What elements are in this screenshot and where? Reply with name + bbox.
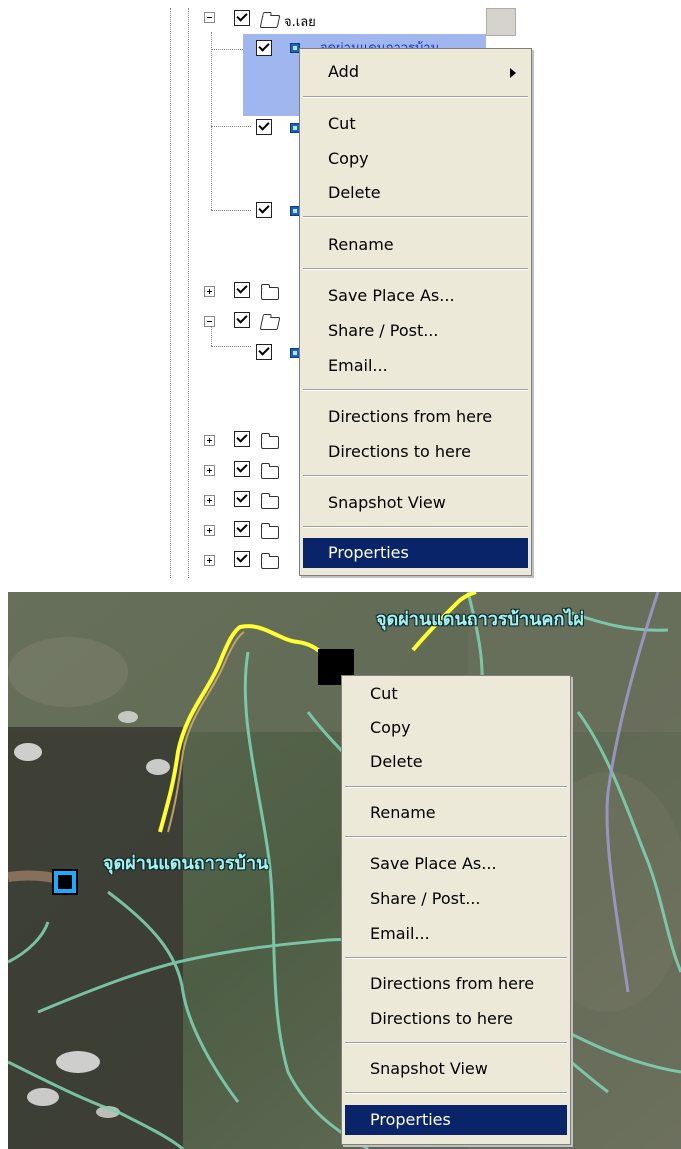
cloud (27, 1088, 59, 1106)
menu-item-directions-from-here[interactable]: Directions from here (345, 969, 567, 999)
submenu-arrow-icon (510, 68, 516, 78)
checkbox[interactable] (234, 10, 250, 26)
collapse-toggle[interactable] (204, 316, 215, 327)
menu-item-save-place-as[interactable]: Save Place As... (345, 849, 567, 879)
map-label-left[interactable]: จุดผ่านแดนถาวรบ้าน (103, 848, 268, 877)
menu-item-directions-to-here[interactable]: Directions to here (303, 437, 528, 467)
tree-guide (211, 32, 212, 210)
menu-item-cut[interactable]: Cut (303, 109, 528, 139)
map-view[interactable]: จุดผ่านแดนถาวรบ้านคกไผ่ จุดผ่านแดนถาวรบ้… (8, 592, 681, 1149)
collapse-toggle[interactable] (204, 12, 215, 23)
menu-separator (345, 1092, 567, 1094)
menu-item-share-post[interactable]: Share / Post... (303, 316, 528, 346)
expand-toggle[interactable] (204, 435, 215, 446)
menu-separator (345, 957, 567, 959)
checkbox[interactable] (234, 461, 250, 477)
menu-item-rename[interactable]: Rename (303, 230, 528, 260)
checkbox[interactable] (256, 202, 272, 218)
checkbox[interactable] (234, 551, 250, 567)
menu-item-snapshot-view[interactable]: Snapshot View (345, 1054, 567, 1084)
map-label-top[interactable]: จุดผ่านแดนถาวรบ้านคกไผ่ (376, 604, 584, 633)
tree-guide (211, 346, 251, 347)
menu-item-label: Add (328, 62, 359, 81)
checkbox[interactable] (234, 282, 250, 298)
open-folder-icon (259, 317, 281, 330)
cloud (118, 711, 138, 723)
expand-toggle[interactable] (204, 495, 215, 506)
checkbox[interactable] (234, 521, 250, 537)
tree-guide (211, 210, 251, 211)
folder-icon (261, 284, 279, 300)
menu-separator (345, 1042, 567, 1044)
tree-guide (170, 8, 171, 578)
menu-separator (303, 268, 528, 270)
menu-separator (303, 96, 528, 98)
open-folder-icon (259, 15, 281, 28)
menu-item-email[interactable]: Email... (345, 919, 567, 949)
tree-guide (188, 8, 189, 578)
terrain-patch (8, 637, 128, 707)
checkbox[interactable] (256, 40, 272, 56)
expand-toggle[interactable] (204, 286, 215, 297)
map-context-menu: Cut Copy Delete Rename Save Place As... … (341, 675, 571, 1145)
menu-item-save-place-as[interactable]: Save Place As... (303, 281, 528, 311)
checkbox[interactable] (234, 312, 250, 328)
menu-separator (303, 475, 528, 477)
menu-item-share-post[interactable]: Share / Post... (345, 884, 567, 914)
checkbox[interactable] (234, 491, 250, 507)
menu-separator (303, 216, 528, 218)
menu-item-cut[interactable]: Cut (345, 679, 567, 709)
cloud (146, 759, 170, 775)
scrollbar-thumb[interactable] (486, 8, 516, 36)
context-menu: Add Cut Copy Delete Rename Save Place As… (299, 48, 532, 576)
checkbox[interactable] (256, 119, 272, 135)
placemark-pin-icon[interactable] (52, 869, 78, 895)
folder-icon (261, 433, 279, 449)
expand-toggle[interactable] (204, 465, 215, 476)
menu-separator (345, 786, 567, 788)
folder-icon (261, 523, 279, 539)
menu-item-copy[interactable]: Copy (303, 144, 528, 174)
folder-icon (261, 553, 279, 569)
expand-toggle[interactable] (204, 525, 215, 536)
menu-item-delete[interactable]: Delete (303, 178, 528, 208)
menu-item-properties[interactable]: Properties (345, 1105, 567, 1135)
tree-guide (211, 126, 251, 127)
menu-item-properties[interactable]: Properties (303, 538, 528, 568)
checkbox[interactable] (256, 344, 272, 360)
menu-item-snapshot-view[interactable]: Snapshot View (303, 488, 528, 518)
checkbox[interactable] (234, 431, 250, 447)
menu-item-delete[interactable]: Delete (345, 747, 567, 777)
cloud (14, 743, 42, 761)
places-panel: จ.เลย จุดผ่านแดนถาวรบ้าน Add Cut Copy De… (168, 8, 536, 578)
menu-item-rename[interactable]: Rename (345, 798, 567, 828)
cloud (56, 1051, 100, 1073)
menu-item-directions-from-here[interactable]: Directions from here (303, 402, 528, 432)
expand-toggle[interactable] (204, 555, 215, 566)
menu-item-directions-to-here[interactable]: Directions to here (345, 1004, 567, 1034)
folder-icon (261, 493, 279, 509)
menu-separator (303, 526, 528, 528)
tree-item-label[interactable]: จ.เลย (284, 11, 316, 32)
menu-item-add[interactable]: Add (303, 57, 528, 87)
folder-icon (261, 463, 279, 479)
menu-separator (303, 389, 528, 391)
menu-item-copy[interactable]: Copy (345, 713, 567, 743)
menu-item-email[interactable]: Email... (303, 351, 528, 381)
menu-separator (345, 836, 567, 838)
